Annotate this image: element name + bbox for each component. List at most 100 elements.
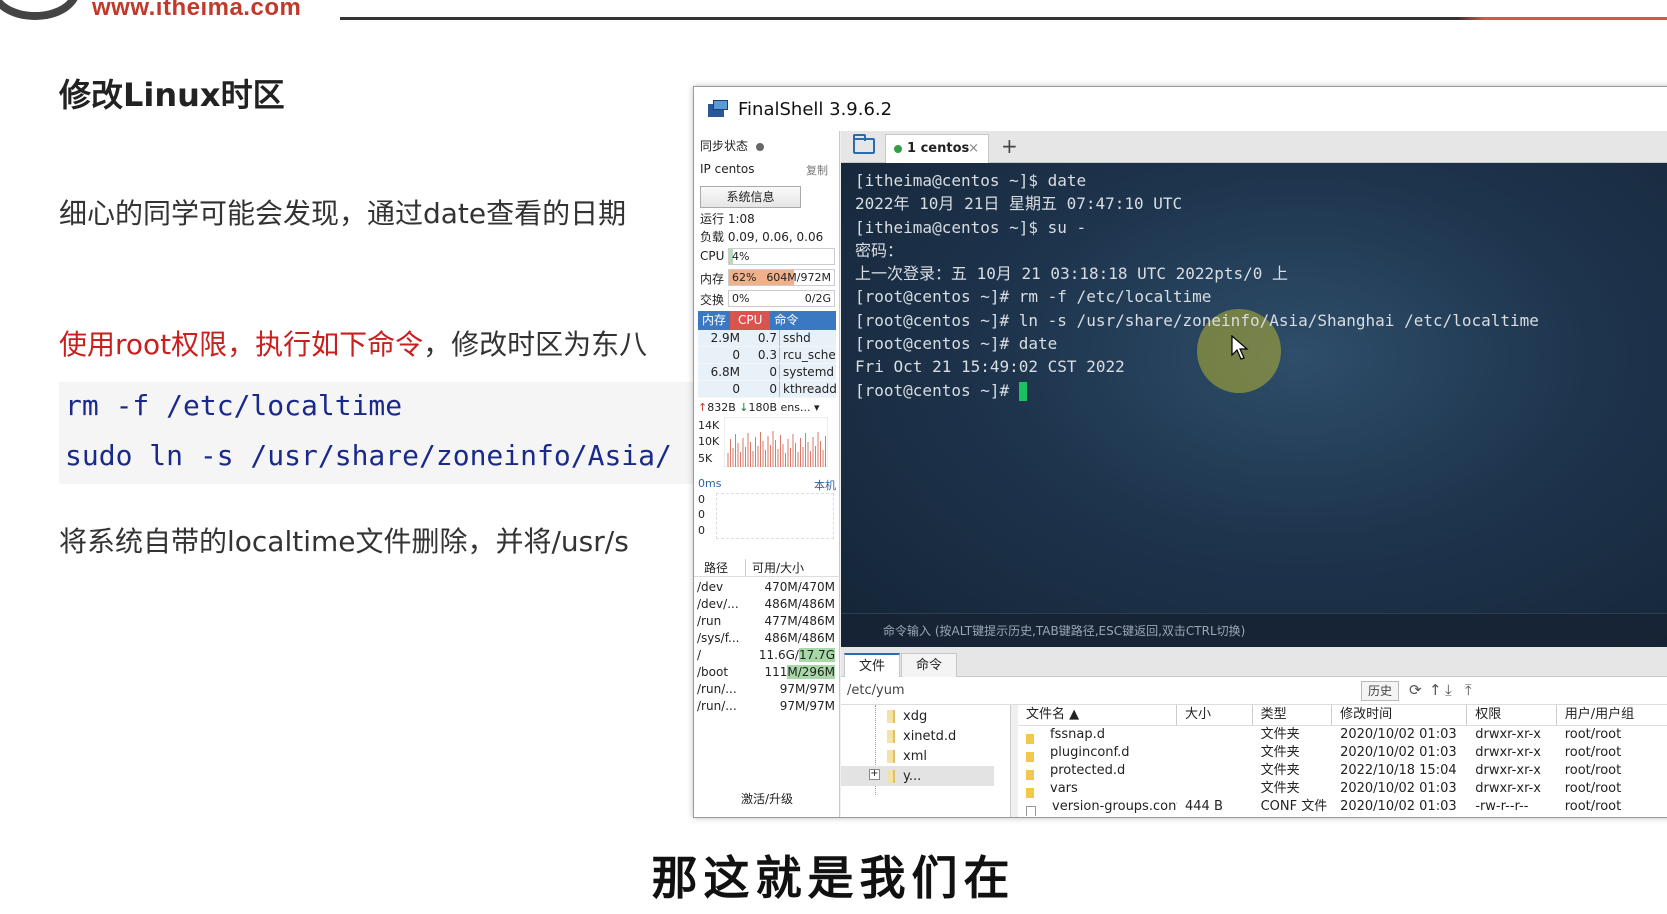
terminal-line: [itheima@centos ~]$ date bbox=[855, 171, 1087, 190]
disk-table-header: 路径 可用/大小 bbox=[694, 559, 840, 577]
net-chart-label: 10K bbox=[698, 435, 720, 448]
folder-icon bbox=[1026, 752, 1034, 762]
proc-col-mem[interactable]: 内存 bbox=[698, 311, 730, 330]
slide-title: 修改Linux时区 bbox=[59, 76, 285, 114]
col-size[interactable]: 大小 bbox=[1177, 705, 1253, 725]
window-title: FinalShell 3.9.6.2 bbox=[738, 98, 893, 120]
process-table-header[interactable]: 内存 CPU 命令 bbox=[698, 311, 836, 330]
itheima-logo-icon bbox=[0, 0, 80, 20]
add-tab-icon[interactable]: + bbox=[1001, 134, 1018, 158]
folder-open-icon[interactable] bbox=[853, 134, 875, 154]
window-titlebar[interactable]: FinalShell 3.9.6.2 bbox=[694, 87, 1667, 131]
file-path-bar[interactable]: /etc/yum 历史 ⟳ ↑ ⤓ ⤒ bbox=[841, 677, 1667, 705]
download-icon[interactable]: ⤓ bbox=[1445, 681, 1452, 699]
terminal-prompt-line[interactable]: [root@centos ~]# bbox=[855, 379, 1539, 402]
file-row[interactable]: version-groups.conf 444 B CONF 文件 2020/10/0… bbox=[1018, 798, 1667, 816]
directory-tree: xdg xinetd.d xml + y... bbox=[841, 705, 1011, 817]
process-table: 2.9M 0.7 sshd 0 0.3 rcu_sche 6.8M 0 systemd 00… bbox=[698, 330, 836, 398]
ip-row: IP centos 复制 bbox=[700, 162, 834, 178]
terminal-line: 上一次登录：五 10月 21 03:18:18 UTC 2022pts/0 上 bbox=[855, 264, 1288, 284]
slide-code-block: rm -f /etc/localtime sudo ln -s /usr/sha… bbox=[59, 382, 699, 484]
net-interface-select[interactable]: ens... bbox=[781, 401, 811, 414]
upload-icon[interactable]: ⤒ bbox=[1465, 681, 1472, 699]
tree-item[interactable]: xml bbox=[887, 747, 927, 767]
cpu-label: CPU bbox=[700, 249, 725, 263]
ping-latency-chart bbox=[716, 493, 834, 539]
ping-row: 0ms 本机 bbox=[698, 477, 836, 493]
connected-dot-icon bbox=[894, 144, 902, 153]
tree-item[interactable]: xdg bbox=[887, 707, 927, 727]
terminal-pane[interactable]: [itheima@centos ~]$ date 2022年 10月 21日 星… bbox=[841, 163, 1667, 647]
chevron-down-icon[interactable]: ▾ bbox=[811, 401, 820, 414]
history-button[interactable]: 历史 bbox=[1361, 681, 1399, 701]
col-type[interactable]: 类型 bbox=[1253, 705, 1333, 725]
disk-row: /dev/... 486M/486M bbox=[697, 597, 835, 611]
terminal-line: Fri Oct 21 15:49:02 CST 2022 bbox=[855, 357, 1125, 377]
folder-icon bbox=[1026, 788, 1034, 798]
slide-paragraph-2: 使用root权限，执行如下命令，修改时区为东八 bbox=[59, 323, 647, 363]
terminal-cursor bbox=[1018, 381, 1027, 401]
disk-row: /11.6G/17.7G bbox=[697, 648, 835, 662]
file-row[interactable]: protected.d 文件夹 2022/10/18 15:04 drwxr-xr-x… bbox=[1018, 762, 1667, 780]
tree-item[interactable]: xinetd.d bbox=[887, 727, 956, 747]
terminal-line: [root@centos ~]# ln -s /usr/share/zonein… bbox=[855, 310, 1539, 330]
video-subtitle: 那这就是我们在 bbox=[651, 851, 1016, 905]
system-info-button[interactable]: 系统信息 bbox=[700, 186, 801, 208]
expand-plus-icon[interactable]: + bbox=[869, 769, 880, 780]
current-path[interactable]: /etc/yum bbox=[847, 683, 905, 698]
tab-centos[interactable]: 1 centos × bbox=[885, 134, 989, 163]
finalshell-window[interactable]: FinalShell 3.9.6.2 同步状态 IP centos 复制 系统信息… bbox=[693, 86, 1667, 818]
activate-upgrade-link[interactable]: 激活/升级 bbox=[694, 790, 840, 807]
terminal-line: 密码： bbox=[855, 240, 904, 260]
proc-col-cmd[interactable]: 命令 bbox=[770, 311, 802, 330]
process-row[interactable]: 0 0.3 rcu_sche bbox=[698, 347, 836, 364]
file-list: 文件名 ▲ 大小 类型 修改时间 权限 用户/用户组 fssnap.d 文件夹 20… bbox=[1018, 705, 1667, 817]
col-filename[interactable]: 文件名 ▲ bbox=[1018, 705, 1177, 725]
disk-row: /run 477M/486M bbox=[697, 614, 835, 628]
close-icon[interactable]: × bbox=[968, 135, 979, 162]
refresh-icon[interactable]: ⟳ bbox=[1409, 681, 1422, 699]
ping-host[interactable]: 本机 bbox=[814, 477, 836, 493]
upload-arrow-icon: ↑ bbox=[698, 401, 708, 414]
code-line: rm -f /etc/localtime bbox=[65, 389, 403, 422]
copy-ip-link[interactable]: 复制 bbox=[806, 162, 828, 178]
disk-row: /boot 111M/296M bbox=[697, 665, 835, 679]
swap-meter: 0% 0/2G bbox=[728, 290, 835, 307]
slide-paragraph-2-rest: ，修改时区为东八 bbox=[423, 328, 648, 361]
file-row[interactable]: pluginconf.d 文件夹 2020/10/02 01:03 drwxr-xr-… bbox=[1018, 744, 1667, 762]
file-row[interactable]: fssnap.d 文件夹 2020/10/02 01:03 drwxr-xr-x roo… bbox=[1018, 726, 1667, 744]
sync-status-dot-icon bbox=[756, 142, 765, 151]
folder-icon bbox=[1026, 770, 1034, 780]
file-row[interactable]: vars 文件夹 2020/10/02 01:03 drwxr-xr-x root/ro… bbox=[1018, 780, 1667, 798]
network-traffic-chart bbox=[724, 417, 828, 467]
disk-col-path: 路径 bbox=[694, 559, 746, 576]
ping-chart-label: 0 bbox=[698, 493, 705, 506]
ping-chart-label: 0 bbox=[698, 524, 705, 537]
process-row[interactable]: 0 0 kthreadd bbox=[698, 381, 836, 398]
net-upload: 832B bbox=[707, 401, 736, 414]
col-owner[interactable]: 用户/用户组 bbox=[1557, 705, 1667, 725]
mem-meter: 62% 604M/972M bbox=[728, 269, 835, 286]
tab-commands[interactable]: 命令 bbox=[901, 653, 958, 678]
terminal-line: [root@centos ~]# rm -f /etc/localtime bbox=[855, 287, 1212, 307]
file-icon bbox=[1026, 806, 1036, 816]
code-line: sudo ln -s /usr/share/zoneinfo/Asia/ bbox=[65, 439, 672, 472]
net-download: 180B bbox=[748, 401, 778, 414]
terminal-prompt: [root@centos ~]# bbox=[855, 380, 1019, 400]
net-chart-label: 14K bbox=[698, 419, 720, 432]
finalshell-app-icon bbox=[708, 100, 728, 118]
tree-item-selected[interactable]: y... bbox=[887, 767, 921, 787]
proc-col-cpu[interactable]: CPU bbox=[730, 311, 771, 330]
session-tab-bar: 1 centos × + bbox=[841, 131, 1667, 163]
tab-label: 1 centos bbox=[907, 141, 970, 156]
ping-chart-label: 0 bbox=[698, 508, 705, 521]
file-list-header[interactable]: 文件名 ▲ 大小 类型 修改时间 权限 用户/用户组 bbox=[1018, 705, 1667, 726]
parent-dir-icon[interactable]: ↑ bbox=[1429, 681, 1442, 699]
command-input-bar[interactable]: 命令输入 (按ALT键提示历史,TAB键路径,ESC键返回,双击CTRL切换) bbox=[841, 613, 1667, 647]
process-row[interactable]: 2.9M 0.7 sshd bbox=[698, 330, 836, 347]
col-mtime[interactable]: 修改时间 bbox=[1332, 705, 1468, 725]
col-perm[interactable]: 权限 bbox=[1467, 705, 1557, 725]
tab-files[interactable]: 文件 bbox=[844, 653, 901, 678]
process-row[interactable]: 6.8M 0 systemd bbox=[698, 364, 836, 381]
slide-paragraph-3: 将系统自带的localtime文件删除，并将/usr/s bbox=[59, 525, 629, 558]
